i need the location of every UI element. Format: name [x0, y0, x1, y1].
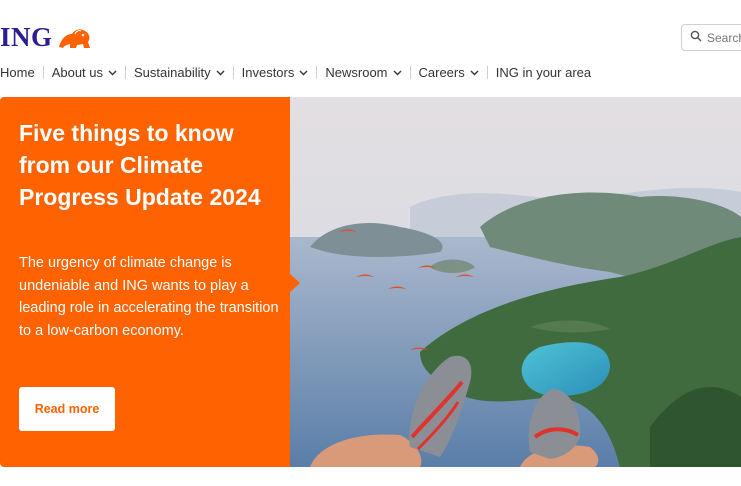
read-more-button[interactable]: Read more — [19, 387, 115, 431]
nav-divider — [486, 66, 488, 79]
nav-divider — [316, 66, 318, 79]
panel-pointer — [289, 273, 300, 293]
hero-description: The urgency of climate change is undenia… — [19, 255, 279, 339]
nav-item-newsroom[interactable]: Newsroom — [325, 65, 401, 80]
nav-item-careers[interactable]: Careers — [419, 65, 479, 80]
nav-item-label: ING in your area — [495, 65, 592, 80]
chevron-down-icon — [470, 70, 479, 76]
nav-item-home[interactable]: Home — [0, 65, 35, 80]
search-icon — [690, 29, 702, 47]
hero-title: Five things to know from our Climate Pro… — [19, 120, 261, 210]
nav-item-label: Investors — [241, 65, 295, 80]
search-box[interactable] — [681, 24, 741, 51]
chevron-down-icon — [108, 70, 117, 76]
nav-item-label: Home — [0, 65, 35, 80]
nav-item-sustainability[interactable]: Sustainability — [134, 65, 225, 80]
nav-divider — [409, 66, 411, 79]
main-nav: Home About us Sustainability Investors N… — [0, 65, 591, 80]
logo-text: ING — [0, 22, 53, 52]
hero-text-panel: Five things to know from our Climate Pro… — [0, 97, 290, 467]
chevron-down-icon — [299, 70, 308, 76]
chevron-down-icon — [216, 70, 225, 76]
chevron-down-icon — [393, 70, 402, 76]
search-input[interactable] — [707, 30, 741, 45]
nav-item-about-us[interactable]: About us — [52, 65, 117, 80]
nav-item-label: Newsroom — [325, 65, 388, 80]
nav-item-label: About us — [51, 65, 104, 80]
nav-item-label: Sustainability — [134, 65, 211, 80]
nav-item-label: Careers — [418, 65, 465, 80]
hero-banner: Five things to know from our Climate Pro… — [0, 97, 741, 467]
hero-photo — [290, 97, 741, 467]
nav-item-investors[interactable]: Investors — [242, 65, 309, 80]
nav-item-ing-in-your-area[interactable]: ING in your area — [496, 65, 591, 80]
nav-divider — [232, 66, 234, 79]
lion-icon — [57, 25, 93, 51]
ing-logo[interactable]: ING — [0, 22, 93, 53]
nav-divider — [42, 66, 44, 79]
nav-divider — [125, 66, 127, 79]
